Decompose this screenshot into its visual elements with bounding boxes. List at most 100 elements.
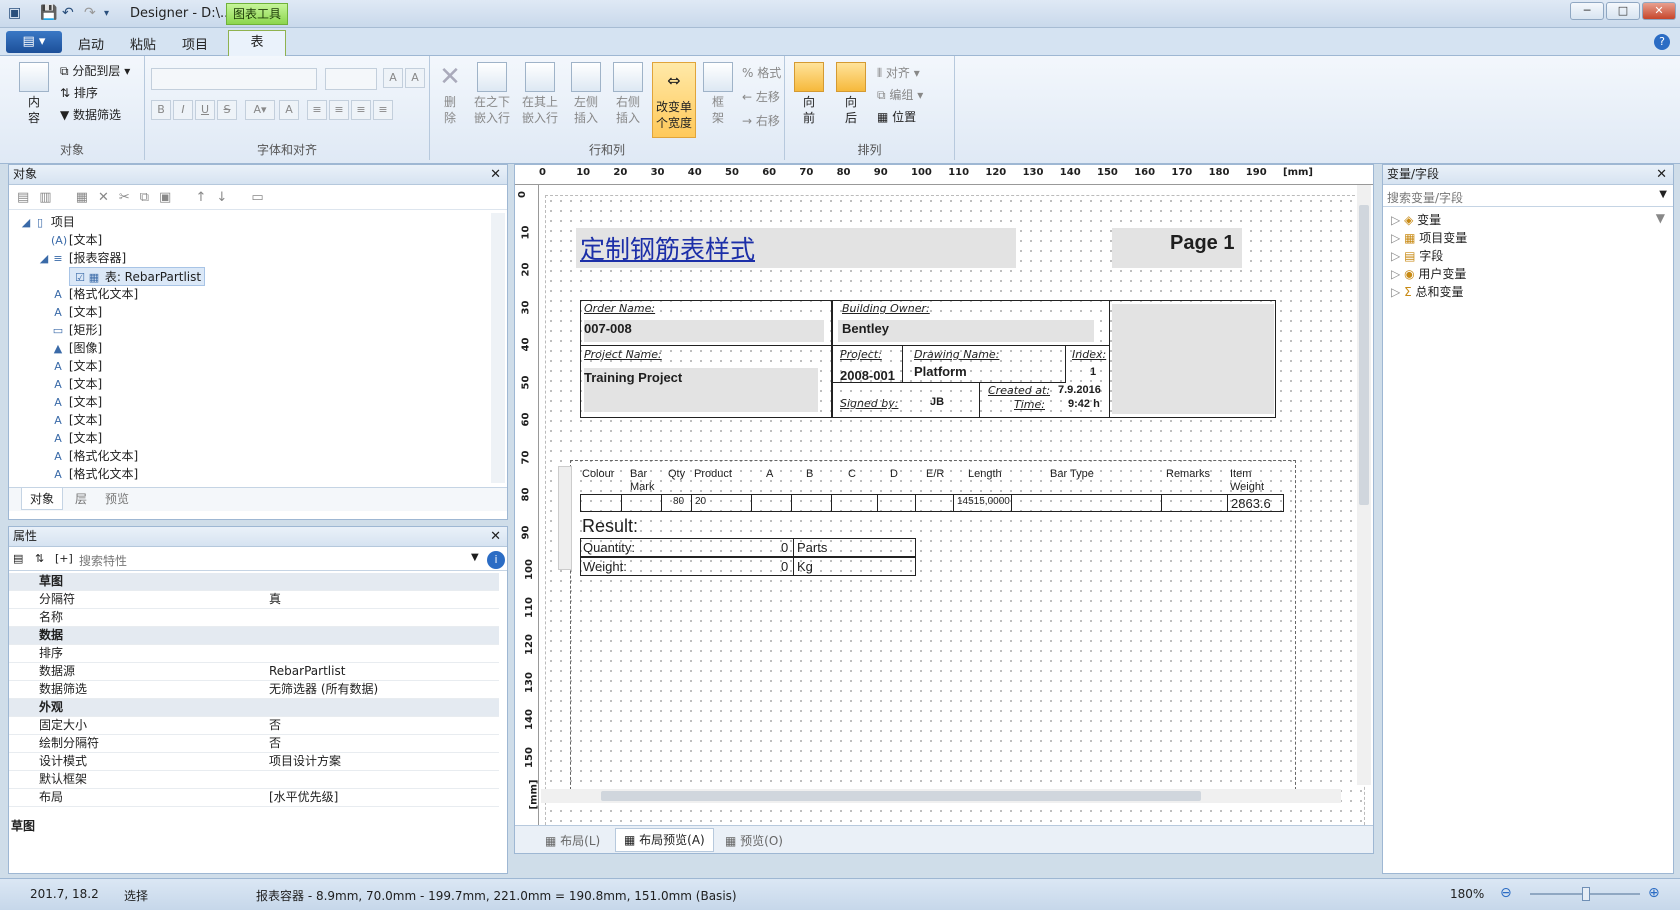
property-row[interactable]: 布局 [水平优先级] [9,789,499,807]
tree-item[interactable]: A [文本] [51,375,102,392]
expand-icon[interactable]: [+] [55,552,73,565]
signed-value[interactable]: JB [930,396,944,408]
column-header[interactable]: C [848,468,856,481]
tree-item-table[interactable]: ☑ ▦ 表: RebarPartlist [69,267,206,286]
property-value[interactable]: 项目设计方案 [269,753,341,770]
close-button[interactable]: ✕ [1642,2,1676,20]
tree-item[interactable]: A [文本] [51,429,102,446]
justify-icon[interactable]: ≡ [373,100,393,120]
column-header[interactable]: Remarks [1166,468,1210,481]
assign-layer-button[interactable]: ⧉ 分配到层 ▾ [60,62,130,79]
column-header[interactable]: Qty [668,468,685,481]
tab-preview[interactable]: 预览 [97,488,137,510]
property-value[interactable]: RebarPartlist [269,663,345,680]
property-value[interactable]: 否 [269,735,281,752]
result-table[interactable]: Quantity: 0 Parts Weight: 0 Kg [580,538,916,576]
insert-row-above-button[interactable]: 在其上 嵌入行 [518,62,562,126]
column-header[interactable]: D [890,468,898,481]
highlight-button[interactable]: A [279,100,299,120]
property-row[interactable]: 数据筛选 无筛选器 (所有数据) [9,681,499,699]
index-value[interactable]: 1 [1090,366,1096,378]
close-icon[interactable]: ✕ [1656,165,1667,184]
zoom-slider[interactable] [1530,887,1640,901]
page-number[interactable]: Page 1 [1170,232,1234,255]
design-canvas[interactable]: 0 10 20 30 40 50 60 70 80 90 100 110 120 130 140 150 160… [514,164,1374,854]
move-right-button[interactable]: → 右移 [742,112,780,129]
tree-item[interactable]: ▭ [矩形] [51,321,102,338]
frame-button[interactable]: 框 架 [700,62,736,126]
column-header[interactable]: E/R [926,468,944,481]
created-value[interactable]: 7.9.2016 [1058,384,1101,396]
align-left-icon[interactable]: ≡ [307,100,327,120]
variable-group[interactable]: ▷ ▤ 字段 [1391,247,1443,264]
variable-group[interactable]: ▷ Σ 总和变量 [1391,283,1464,300]
chevron-down-icon[interactable]: ▼ [471,552,479,563]
send-back-button[interactable]: 向 后 [833,62,869,126]
tree-item[interactable]: ▲ [图像] [51,339,102,356]
align-right-icon[interactable]: ≡ [351,100,371,120]
property-value[interactable]: 否 [269,717,281,734]
result-row[interactable]: Weight: 0 Kg [580,557,916,576]
table-header-row[interactable]: Colour Bar Mark Qty Product A B C D E/R Length Bar… [580,464,1284,494]
property-row[interactable]: 设计模式 项目设计方案 [9,753,499,771]
italic-button[interactable]: I [173,100,193,120]
move-left-button[interactable]: ← 左移 [742,88,780,105]
content-button[interactable]: 内 容 [16,62,52,126]
tree-item-report-container[interactable]: ◢ ≡ [报表容器] [37,249,126,266]
tab-preview-bottom[interactable]: ▦ 预览(O) [725,832,783,849]
format-button[interactable]: % 格式 [742,64,781,81]
grow-font-button[interactable]: A [383,68,403,88]
property-row[interactable]: 数据源 RebarPartlist [9,663,499,681]
underline-button[interactable]: U [195,100,215,120]
tab-start[interactable]: 启动 [78,34,104,53]
tab-layers[interactable]: 层 [67,488,95,510]
tab-layout[interactable]: ▦ 布局(L) [545,832,600,849]
minimize-button[interactable]: ─ [1570,2,1604,20]
bring-forward-button[interactable]: 向 前 [791,62,827,126]
column-header[interactable]: Bar Mark [630,468,654,494]
property-row[interactable]: 分隔符 真 [9,591,499,609]
delete-button[interactable]: ✕ 删 除 [432,62,468,126]
table-cell[interactable]: 2863.6 [1231,496,1271,511]
property-category[interactable]: 数据 [9,627,499,645]
variable-group[interactable]: ▷ ▦ 项目变量 [1391,229,1467,246]
variable-group[interactable]: ▷ ◉ 用户变量 [1391,265,1466,282]
property-value[interactable]: 无筛选器 (所有数据) [269,681,378,698]
property-row[interactable]: 名称 [9,609,499,627]
variable-search-input[interactable]: 搜索变量/字段 ▼ [1383,187,1673,207]
bold-button[interactable]: B [151,100,171,120]
filter-icon[interactable]: ▼ [1656,211,1665,225]
property-search-input[interactable]: 搜索特性 [79,552,127,569]
tab-project[interactable]: 项目 [182,34,208,53]
result-title[interactable]: Result: [582,516,638,537]
file-menu-button[interactable]: ▤ ▾ [6,31,62,53]
qat-dropdown-icon[interactable]: ▾ [104,8,109,19]
tree-item[interactable]: A [格式化文本] [51,447,138,464]
tab-table[interactable]: 表 [228,30,286,57]
tree-item[interactable]: (A) [文本] [51,231,102,248]
objects-toolbar[interactable]: ▤▥ ▦✕✂⧉▣ ↑↓ ▭ [9,186,507,210]
row-handles[interactable] [558,466,572,570]
position-button[interactable]: ▦ 位置 [877,108,916,125]
column-header[interactable]: Item Weight [1230,468,1264,494]
result-row[interactable]: Quantity: 0 Parts [580,538,916,557]
tree-item[interactable]: A [文本] [51,357,102,374]
redo-icon[interactable]: ↷ [84,5,96,21]
info-icon[interactable]: i [487,551,505,569]
property-row[interactable]: 排序 [9,645,499,663]
shrink-font-button[interactable]: A [405,68,425,88]
tab-layout-preview[interactable]: ▦ 布局预览(A) [615,828,714,852]
sort-alpha-icon[interactable]: ⇅ [35,552,44,565]
order-value[interactable]: 007-008 [584,321,632,336]
property-value[interactable]: 真 [269,591,281,608]
property-row[interactable]: 绘制分隔符 否 [9,735,499,753]
column-header[interactable]: Bar Type [1050,468,1094,481]
undo-icon[interactable]: ↶ [62,5,74,21]
tree-item-project[interactable]: ◢ ▯ 项目 [19,213,75,230]
report-title[interactable]: 定制钢筋表样式 [580,230,755,266]
property-category[interactable]: 草图 [9,573,499,591]
property-value[interactable]: [水平优先级] [269,789,338,806]
table-cell[interactable]: 80 [673,496,684,507]
tree-item[interactable]: A [格式化文本] [51,465,138,482]
close-icon[interactable]: ✕ [490,165,501,184]
